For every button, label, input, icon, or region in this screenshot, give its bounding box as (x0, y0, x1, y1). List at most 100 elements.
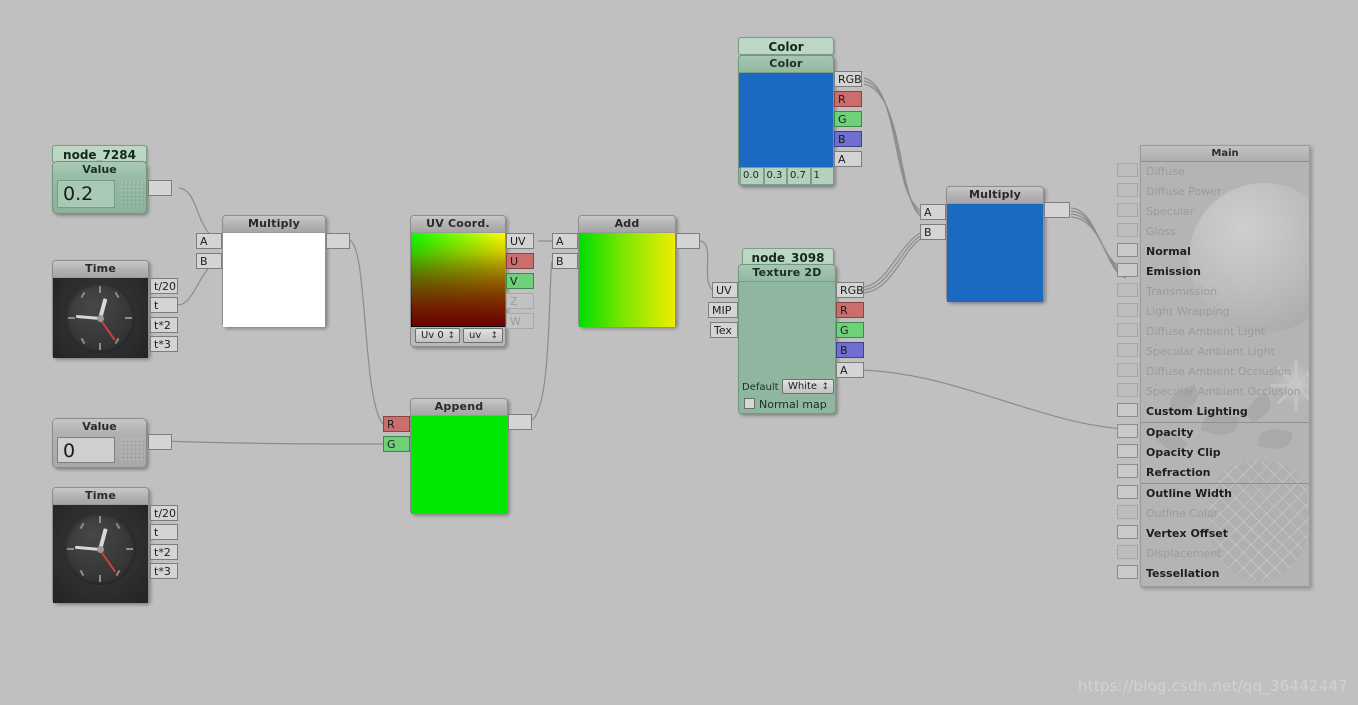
main-panel-row-specular-ambient-occlusion[interactable]: Specular Ambient Occlusion (1141, 382, 1309, 402)
port-out-texture-a[interactable]: A (836, 362, 864, 378)
multiply-left-body[interactable]: Multiply (222, 215, 326, 327)
value-plain-body[interactable]: Value 0 (52, 418, 147, 468)
main-panel-slot-opacity[interactable] (1117, 424, 1138, 438)
port-out-multiply-left[interactable] (326, 233, 350, 249)
main-panel-slot-diffuse-ambient-light[interactable] (1117, 323, 1138, 337)
port-out-multiply-right[interactable] (1044, 202, 1070, 218)
main-panel-slot-light-wrapping[interactable] (1117, 303, 1138, 317)
main-panel-slot-custom-lighting[interactable] (1117, 403, 1138, 417)
port-out-time-t3[interactable]: t*3 (150, 563, 178, 579)
port-out-value-plain[interactable] (148, 434, 172, 450)
uv-coord-set-dropdown[interactable]: uv ↕ (463, 328, 503, 343)
main-panel-row-specular-ambient-light[interactable]: Specular Ambient Light (1141, 342, 1309, 362)
port-out-uv[interactable]: UV (506, 233, 534, 249)
color-channel-b[interactable]: 0.7 (787, 167, 811, 185)
resize-grip-icon[interactable] (121, 182, 145, 206)
port-in-multiply-left-a[interactable]: A (196, 233, 222, 249)
port-out-color-a[interactable]: A (834, 151, 862, 167)
port-out-texture-g[interactable]: G (836, 322, 864, 338)
texture2d-default-dropdown[interactable]: White ↕ (782, 379, 834, 394)
value-input-7284[interactable]: 0.2 (57, 180, 115, 208)
main-panel-slot-normal[interactable] (1117, 243, 1138, 257)
resize-grip-icon[interactable] (121, 439, 145, 461)
main-panel-slot-refraction[interactable] (1117, 464, 1138, 478)
port-out-time-t20[interactable]: t/20 (150, 505, 178, 521)
main-panel-row-custom-lighting[interactable]: Custom Lighting (1141, 402, 1309, 422)
main-panel-slot-specular-ambient-occlusion[interactable] (1117, 383, 1138, 397)
main-panel-row-vertex-offset[interactable]: Vertex Offset (1141, 524, 1309, 544)
color-swatch[interactable] (739, 73, 833, 168)
node-uv-coord[interactable]: UV Coord. Uv 0 ↕ uv ↕ UV U V Z W (410, 215, 534, 347)
port-in-multiply-left-b[interactable]: B (196, 253, 222, 269)
main-panel-row-tessellation[interactable]: Tessellation (1141, 564, 1309, 584)
main-panel-row-diffuse-ambient-occlusion[interactable]: Diffuse Ambient Occlusion (1141, 362, 1309, 382)
node-time-bottom[interactable]: Time t/20 t t*2 t*3 (52, 487, 178, 603)
color-channel-g[interactable]: 0.3 (763, 167, 787, 185)
texture2d-normalmap-checkbox[interactable] (744, 398, 755, 409)
value-input-plain[interactable]: 0 (57, 437, 115, 463)
port-out-time-t[interactable]: t (150, 297, 178, 313)
main-panel-row-outline-width[interactable]: Outline Width (1141, 484, 1309, 504)
multiply-right-body[interactable]: Multiply (946, 186, 1044, 302)
port-out-z[interactable]: Z (506, 293, 534, 309)
port-out-color-g[interactable]: G (834, 111, 862, 127)
value-node-body[interactable]: Value 0.2 (52, 161, 147, 214)
port-out-texture-b[interactable]: B (836, 342, 864, 358)
port-out-texture-r[interactable]: R (836, 302, 864, 318)
shader-graph-canvas[interactable]: node_7284 Value 0.2 Time t/20 t t*2 t*3 … (0, 0, 1358, 705)
main-panel-row-diffuse-power[interactable]: Diffuse Power (1141, 182, 1309, 202)
port-in-multiply-right-b[interactable]: B (920, 224, 946, 240)
port-in-texture-tex[interactable]: Tex (710, 322, 738, 338)
port-out-w[interactable]: W (506, 313, 534, 329)
main-panel-row-opacity[interactable]: Opacity (1141, 423, 1309, 443)
port-out-append[interactable] (508, 414, 532, 430)
uv-coord-body[interactable]: UV Coord. Uv 0 ↕ uv ↕ (410, 215, 506, 347)
port-out-time-t2[interactable]: t*2 (150, 317, 178, 333)
main-panel-slot-diffuse-ambient-occlusion[interactable] (1117, 363, 1138, 377)
main-panel-slot-outline-color[interactable] (1117, 505, 1138, 519)
main-panel-row-gloss[interactable]: Gloss (1141, 222, 1309, 242)
main-panel-slot-transmission[interactable] (1117, 283, 1138, 297)
main-panel-slot-diffuse[interactable] (1117, 163, 1138, 177)
port-out-texture-rgb[interactable]: RGB (836, 282, 864, 298)
main-panel-slot-outline-width[interactable] (1117, 485, 1138, 499)
port-out-add[interactable] (676, 233, 700, 249)
main-panel-slot-tessellation[interactable] (1117, 565, 1138, 579)
append-body[interactable]: Append (410, 398, 508, 514)
node-time-top[interactable]: Time t/20 t t*2 t*3 (52, 260, 178, 358)
port-out-time-t2[interactable]: t*2 (150, 544, 178, 560)
main-panel-slot-gloss[interactable] (1117, 223, 1138, 237)
main-panel-slot-diffuse-power[interactable] (1117, 183, 1138, 197)
main-panel-row-outline-color[interactable]: Outline Color (1141, 504, 1309, 524)
add-body[interactable]: Add (578, 215, 676, 327)
color-channel-r[interactable]: 0.0 (740, 167, 764, 185)
main-panel-slot-vertex-offset[interactable] (1117, 525, 1138, 539)
port-out-color-b[interactable]: B (834, 131, 862, 147)
main-panel-slot-displacement[interactable] (1117, 545, 1138, 559)
node-multiply-right[interactable]: Multiply A B (920, 186, 1070, 302)
main-panel-row-emission[interactable]: Emission (1141, 262, 1309, 282)
port-in-append-r[interactable]: R (383, 416, 410, 432)
port-in-add-a[interactable]: A (552, 233, 578, 249)
node-multiply-left[interactable]: Multiply A B (196, 215, 350, 327)
port-in-multiply-right-a[interactable]: A (920, 204, 946, 220)
port-in-texture-uv[interactable]: UV (712, 282, 738, 298)
node-append[interactable]: Append R G (383, 398, 532, 514)
port-in-texture-mip[interactable]: MIP (708, 302, 738, 318)
port-in-append-g[interactable]: G (383, 436, 410, 452)
port-out-time-t[interactable]: t (150, 524, 178, 540)
node-add[interactable]: Add A B (552, 215, 700, 327)
color-body[interactable]: Color 0.0 0.3 0.7 1 (738, 55, 834, 186)
main-panel-row-transmission[interactable]: Transmission (1141, 282, 1309, 302)
main-panel-row-light-wrapping[interactable]: Light Wrapping (1141, 302, 1309, 322)
main-panel-slot-specular-ambient-light[interactable] (1117, 343, 1138, 357)
port-out-color-rgb[interactable]: RGB (834, 71, 862, 87)
main-panel-slot-emission[interactable] (1117, 263, 1138, 277)
port-out-time-t3[interactable]: t*3 (150, 336, 178, 352)
color-channel-a[interactable]: 1 (810, 167, 834, 185)
main-output-panel[interactable]: Main Diffuse Diffuse Power Specular Gloss No… (1140, 145, 1310, 587)
main-panel-row-diffuse-ambient-light[interactable]: Diffuse Ambient Light (1141, 322, 1309, 342)
main-panel-row-normal[interactable]: Normal (1141, 242, 1309, 262)
node-title-color[interactable]: Color (738, 37, 834, 55)
main-panel-row-displacement[interactable]: Displacement (1141, 544, 1309, 564)
